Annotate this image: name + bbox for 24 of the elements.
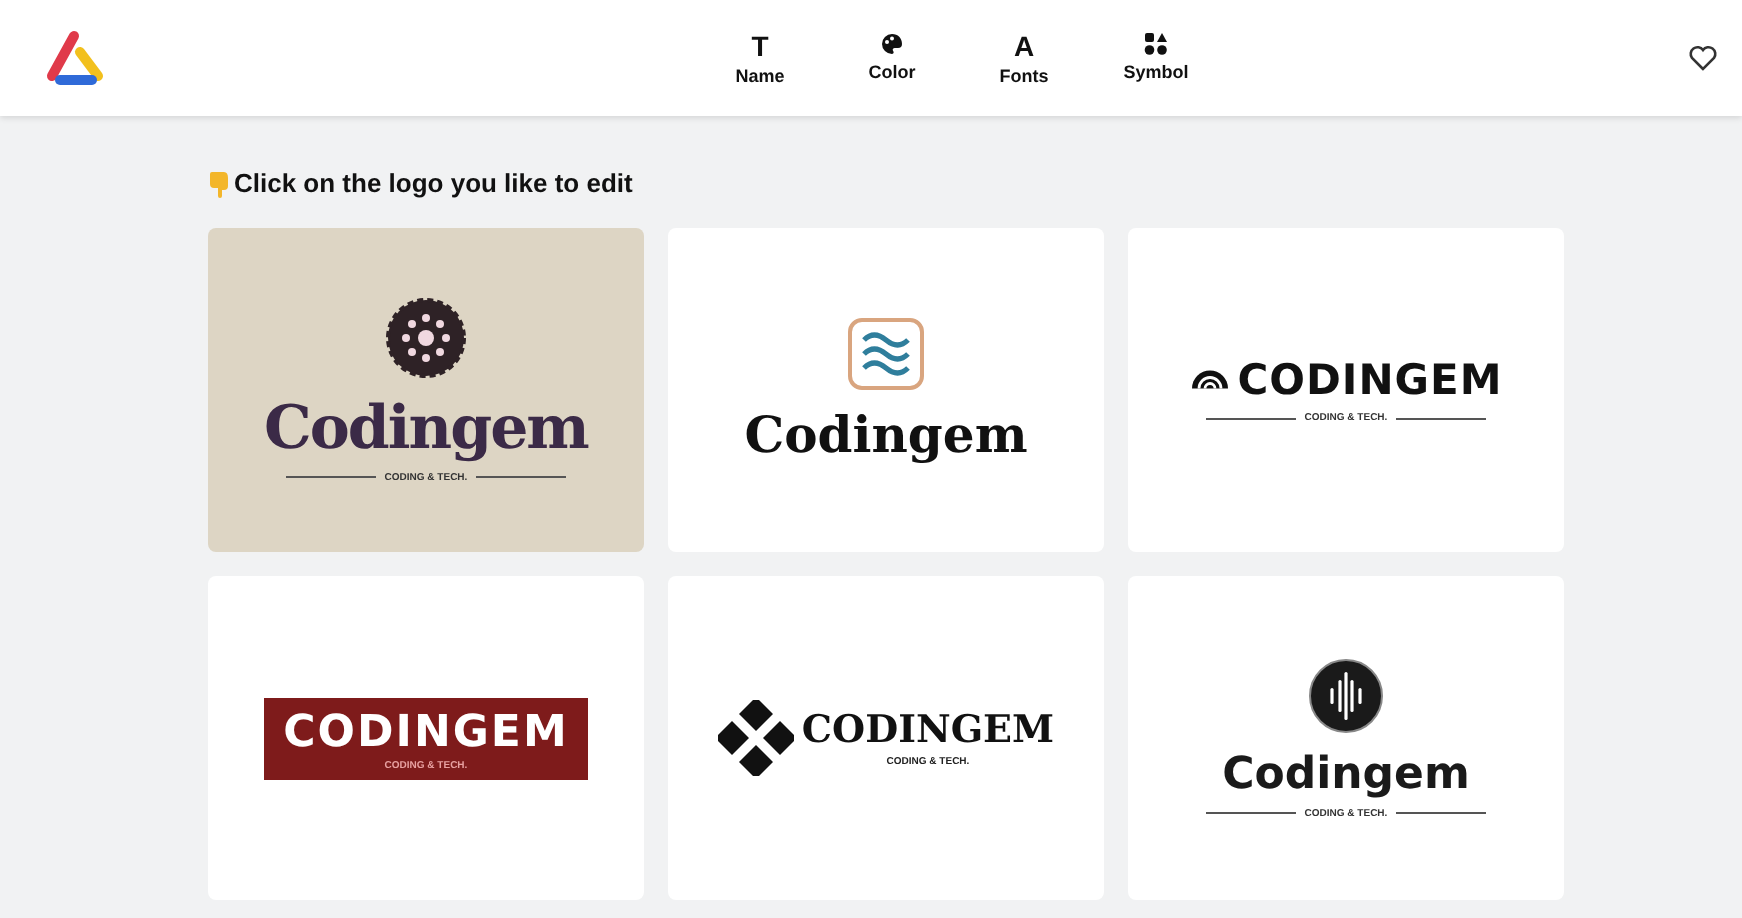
logo-card[interactable]: Codingem <box>668 228 1104 552</box>
brand-name: CODINGEM <box>801 708 1055 752</box>
waves-icon <box>848 317 924 389</box>
brand-name: CODINGEM <box>283 707 569 757</box>
signal-icon <box>1189 370 1230 390</box>
brand-name: Codingem <box>1222 749 1470 799</box>
shapes-icon <box>1144 31 1168 55</box>
brand-name: CODINGEM <box>1237 356 1503 404</box>
instruction-text: Click on the logo you like to edit <box>234 168 633 198</box>
app-logo-icon[interactable] <box>44 28 108 88</box>
badge-icon <box>386 297 466 377</box>
tool-tab[interactable]: T Name <box>716 27 804 89</box>
brand-name: Codingem <box>264 393 588 463</box>
tool-tab[interactable]: Color <box>848 27 936 89</box>
sound-wave-icon <box>1308 657 1384 733</box>
pointing-hand-icon <box>208 169 232 197</box>
tool-tab[interactable]: Symbol <box>1112 27 1200 89</box>
diamonds-icon <box>717 700 794 776</box>
palette-icon <box>880 31 904 55</box>
brand-name: Codingem <box>744 405 1028 463</box>
tool-tab[interactable]: A Fonts <box>980 27 1068 89</box>
text-glyph-icon: T <box>751 31 769 59</box>
heart-icon[interactable] <box>1688 44 1718 72</box>
text-glyph-icon: A <box>1013 31 1035 59</box>
